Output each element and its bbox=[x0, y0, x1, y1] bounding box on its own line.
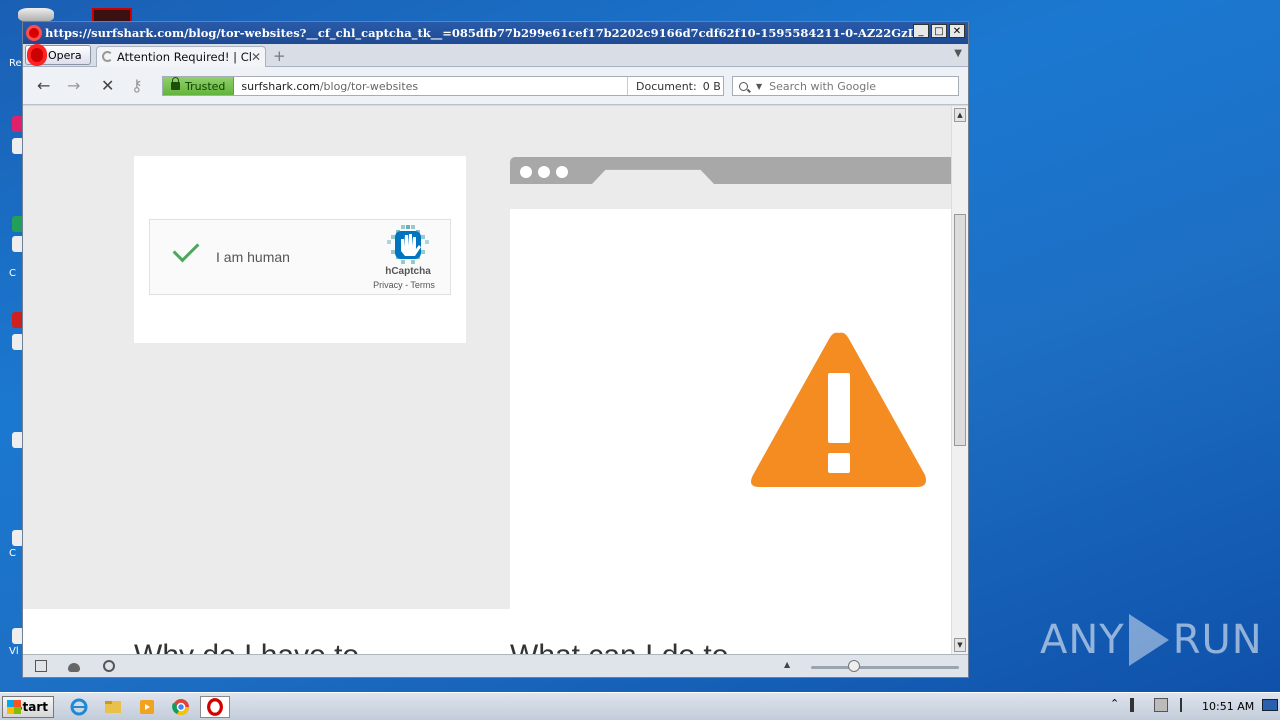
hcaptcha-hand-icon bbox=[387, 225, 429, 264]
cloud-icon[interactable] bbox=[68, 663, 80, 672]
desktop-icons-strip: Re C C Vl bbox=[0, 0, 24, 692]
key-icon[interactable]: ⚷ bbox=[131, 76, 143, 95]
warning-triangle-icon bbox=[751, 332, 926, 487]
desktop-label-vl: Vl bbox=[9, 646, 19, 657]
vertical-scrollbar[interactable]: ▲ ▼ bbox=[951, 106, 968, 654]
show-desktop-icon[interactable] bbox=[1262, 699, 1278, 711]
file-explorer-icon[interactable] bbox=[100, 696, 126, 718]
browser-illustration-page bbox=[510, 209, 951, 609]
desktop-label-c1: C bbox=[9, 268, 16, 279]
scroll-thumb[interactable] bbox=[954, 214, 966, 446]
tab-bar: Opera Attention Required! | Clo... ✕ + ▼ bbox=[23, 44, 968, 67]
loading-spinner-icon bbox=[102, 51, 113, 62]
illustration-dot-2 bbox=[538, 166, 550, 178]
close-button[interactable]: ✕ bbox=[949, 24, 965, 38]
back-button[interactable]: ← bbox=[37, 76, 50, 95]
taskbar: Start ⌃ 10:51 AM bbox=[0, 692, 1280, 720]
search-field[interactable]: ▼ Search with Google bbox=[732, 76, 959, 96]
scroll-down-button[interactable]: ▼ bbox=[954, 638, 966, 652]
opera-menu-button[interactable]: Opera bbox=[25, 44, 91, 66]
captcha-checkbox-label: I am human bbox=[216, 249, 290, 265]
status-bar: ▲ bbox=[23, 654, 968, 677]
hcaptcha-brand: hCaptcha bbox=[385, 266, 431, 277]
start-button[interactable]: Start bbox=[2, 696, 54, 718]
search-icon bbox=[739, 81, 748, 91]
document-size-value: 0 B bbox=[702, 79, 721, 93]
illustration-tab bbox=[592, 169, 714, 184]
illustration-dot-1 bbox=[520, 166, 532, 178]
search-engine-dropdown-icon[interactable]: ▼ bbox=[756, 82, 762, 91]
opera-logo-icon bbox=[26, 25, 42, 41]
scroll-up-button[interactable]: ▲ bbox=[954, 108, 966, 122]
search-placeholder: Search with Google bbox=[769, 79, 877, 93]
zoom-slider-knob[interactable] bbox=[848, 660, 860, 672]
address-bar[interactable]: Trusted surfshark.com/blog/tor-websites … bbox=[162, 76, 724, 96]
tab-label: Attention Required! | Clo... bbox=[117, 50, 252, 64]
anyrun-watermark: ANY RUN bbox=[1040, 610, 1262, 670]
desktop-label-re: Re bbox=[9, 58, 22, 69]
panel-toggle-icon[interactable] bbox=[35, 660, 47, 672]
watermark-text-left: ANY bbox=[1040, 617, 1125, 663]
speed-dial-icon[interactable] bbox=[103, 660, 115, 672]
hcaptcha-privacy-terms-links[interactable]: Privacy - Terms bbox=[364, 280, 444, 290]
lock-icon bbox=[171, 77, 180, 90]
volume-icon[interactable] bbox=[1130, 698, 1144, 712]
watermark-text-right: RUN bbox=[1172, 617, 1263, 663]
document-size-indicator: Document: 0 B bbox=[627, 77, 724, 95]
stop-button[interactable]: ✕ bbox=[101, 76, 114, 95]
tab-close-icon[interactable]: ✕ bbox=[251, 50, 261, 64]
play-icon bbox=[1128, 614, 1169, 666]
clock[interactable]: 10:51 AM bbox=[1202, 700, 1254, 713]
url-text[interactable]: surfshark.com/blog/tor-websites bbox=[241, 80, 621, 93]
browser-window: https://surfshark.com/blog/tor-websites?… bbox=[22, 21, 969, 678]
opera-taskbar-icon[interactable] bbox=[200, 696, 230, 718]
network-icon[interactable] bbox=[1154, 698, 1168, 712]
zoom-reset-icon[interactable]: ▲ bbox=[784, 660, 790, 669]
desktop-label-c2: C bbox=[9, 548, 16, 559]
page-content: I am human hCaptcha Privacy - Terms bbox=[23, 106, 951, 654]
window-controls: _ □ ✕ bbox=[913, 24, 965, 38]
media-player-icon[interactable] bbox=[134, 696, 160, 718]
illustration-dot-3 bbox=[556, 166, 568, 178]
system-tray: ⌃ 10:51 AM bbox=[1104, 697, 1280, 717]
window-title: https://surfshark.com/blog/tor-websites?… bbox=[45, 26, 925, 40]
browser-illustration-bar bbox=[510, 157, 951, 184]
opera-o-icon bbox=[27, 44, 47, 66]
headline-why: Why do I have to bbox=[134, 639, 359, 654]
show-hidden-icons-icon[interactable]: ⌃ bbox=[1110, 697, 1119, 710]
minimize-button[interactable]: _ bbox=[913, 24, 929, 38]
internet-explorer-icon[interactable] bbox=[66, 696, 92, 718]
hcaptcha-widget[interactable]: I am human hCaptcha Privacy - Terms bbox=[149, 219, 451, 295]
opera-menu-label: Opera bbox=[48, 48, 82, 62]
trusted-badge[interactable]: Trusted bbox=[163, 77, 235, 95]
navigation-bar: ← → ✕ ⚷ Trusted surfshark.com/blog/tor-w… bbox=[23, 67, 968, 105]
document-label: Document: bbox=[636, 79, 697, 93]
maximize-button[interactable]: □ bbox=[931, 24, 947, 38]
tab-active[interactable]: Attention Required! | Clo... ✕ bbox=[96, 46, 266, 67]
headline-what: What can I do to bbox=[510, 639, 728, 654]
trusted-label: Trusted bbox=[185, 79, 226, 93]
chrome-icon[interactable] bbox=[168, 696, 194, 718]
title-bar[interactable]: https://surfshark.com/blog/tor-websites?… bbox=[23, 22, 968, 44]
new-tab-button[interactable]: + bbox=[273, 47, 286, 65]
forward-button[interactable]: → bbox=[67, 76, 80, 95]
zoom-slider-track[interactable] bbox=[811, 666, 959, 669]
action-center-flag-icon[interactable] bbox=[1180, 698, 1190, 712]
checkmark-icon[interactable] bbox=[172, 235, 200, 263]
captcha-card: I am human hCaptcha Privacy - Terms bbox=[134, 156, 466, 343]
tab-menu-chevron-icon[interactable]: ▼ bbox=[954, 48, 962, 59]
windows-logo-icon bbox=[7, 700, 21, 714]
url-host: surfshark.com bbox=[241, 79, 320, 93]
page-explanation-section: Why do I have to What can I do to bbox=[23, 609, 951, 654]
url-path: /blog/tor-websites bbox=[319, 79, 419, 93]
